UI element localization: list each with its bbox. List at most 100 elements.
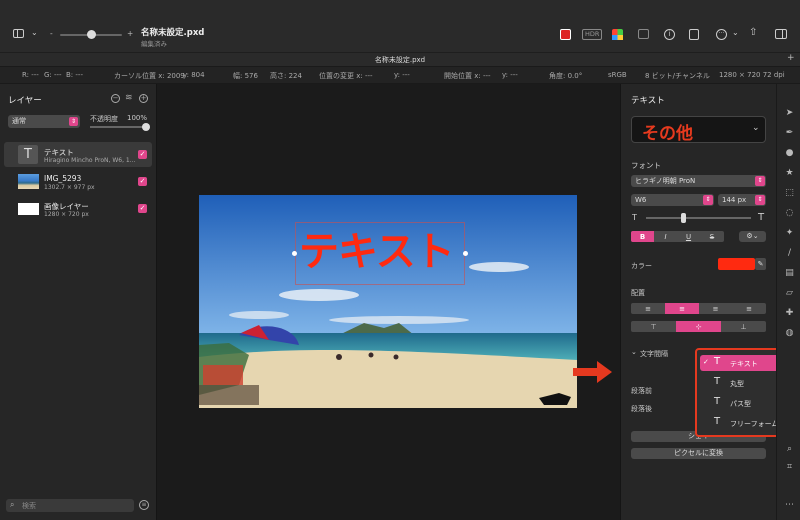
font-size-slider-track[interactable]: [646, 217, 751, 219]
marquee-tool-icon[interactable]: ⬚: [784, 188, 795, 199]
font-section-label: フォント: [631, 161, 661, 170]
eyedropper-icon[interactable]: ✎: [755, 258, 766, 270]
more-options-icon[interactable]: ···: [716, 29, 727, 40]
tab-bar: 名称未設定.pxd +: [0, 52, 800, 66]
text-large-icon: T: [758, 212, 765, 223]
layer-visibility-checkbox[interactable]: ✓: [138, 177, 147, 186]
chevron-updown-icon: ⇕: [755, 195, 765, 205]
sidebar-toggle-icon[interactable]: [13, 29, 24, 38]
italic-button[interactable]: I: [654, 231, 677, 242]
star-tool-icon[interactable]: ★: [784, 168, 795, 179]
brush-tool-icon[interactable]: /: [784, 248, 795, 259]
align-center-icon[interactable]: ≡: [665, 303, 699, 314]
font-weight-select[interactable]: W6 ⇕: [631, 194, 714, 206]
layer-visibility-checkbox[interactable]: ✓: [138, 150, 147, 159]
remove-layer-icon[interactable]: −: [111, 94, 120, 103]
share-export-icon[interactable]: [689, 29, 699, 40]
text-preset-select[interactable]: その他 ⌄: [631, 116, 766, 144]
title-bar: ⌄ - + 名称未設定.pxd 編集済み HDR i ··· ⌄ ⇧: [0, 0, 800, 52]
horizontal-align-group: ≡ ≡ ≡ ≡: [631, 303, 766, 314]
crop-tool-icon[interactable]: ⌗: [784, 462, 795, 473]
strikethrough-button[interactable]: S: [700, 231, 724, 242]
bold-button[interactable]: B: [631, 231, 654, 242]
info-start-y: y: ---: [502, 71, 518, 79]
info-cursor-y: y: 804: [183, 71, 205, 79]
filter-icon[interactable]: ≡: [139, 500, 149, 510]
font-size-slider-thumb[interactable]: [680, 213, 686, 223]
layers-title: レイヤー: [8, 96, 42, 106]
layer-visibility-checkbox[interactable]: ✓: [138, 204, 147, 213]
chevron-down-icon[interactable]: ⌄: [732, 28, 739, 37]
spacing-section-label: 文字間隔: [640, 350, 668, 358]
info-icon[interactable]: i: [664, 29, 675, 40]
eraser-tool-icon[interactable]: ▱: [784, 288, 795, 299]
align-right-icon[interactable]: ≡: [699, 303, 732, 314]
layer-detail: Hiragino Mincho ProN, W6, 1...: [44, 157, 136, 164]
canvas-area[interactable]: テキスト: [157, 84, 620, 520]
vertical-align-group: ⊤ ⊹ ⊥: [631, 321, 766, 332]
text-layer-icon: T: [18, 145, 38, 164]
document-canvas[interactable]: テキスト: [199, 195, 577, 408]
inspector-toggle-icon[interactable]: [775, 29, 787, 39]
shape-tool-icon[interactable]: ●: [784, 148, 795, 159]
info-b: B: ---: [66, 71, 83, 79]
align-bottom-icon[interactable]: ⊥: [721, 321, 766, 332]
font-size-value: 144 px: [722, 196, 747, 204]
align-left-icon[interactable]: ≡: [631, 303, 665, 314]
blend-mode-select[interactable]: 通常 ⇕: [8, 115, 80, 128]
add-layer-icon[interactable]: +: [139, 94, 148, 103]
layer-search-field[interactable]: ⌕ 検索: [6, 499, 134, 512]
magic-wand-icon[interactable]: ✦: [784, 228, 795, 239]
align-section-label: 配置: [631, 289, 645, 297]
image-icon[interactable]: [638, 29, 649, 39]
clone-tool-icon[interactable]: ◍: [784, 328, 795, 339]
preset-value: その他: [642, 124, 693, 144]
text-options-button[interactable]: ⚙⌄: [739, 231, 766, 242]
canvas-text[interactable]: テキスト: [299, 219, 455, 277]
opacity-slider-track[interactable]: [90, 126, 146, 128]
align-justify-icon[interactable]: ≡: [732, 303, 766, 314]
more-tools-icon[interactable]: ⋯: [784, 500, 795, 511]
info-size: 1280 × 720 72 dpi: [719, 71, 785, 79]
resize-handle[interactable]: [463, 251, 468, 256]
align-middle-icon[interactable]: ⊹: [676, 321, 721, 332]
arrow-tool-icon[interactable]: ➤: [784, 108, 795, 119]
lasso-tool-icon[interactable]: ◌: [784, 208, 795, 219]
gradient-tool-icon[interactable]: ▤: [784, 268, 795, 279]
image-thumbnail: [18, 174, 39, 189]
font-family-select[interactable]: ヒラギノ明朝 ProN ⇕: [631, 175, 766, 187]
inspector-panel: テキスト その他 ⌄ フォント ヒラギノ明朝 ProN ⇕ W6 ⇕ 144 p…: [620, 84, 799, 520]
menu-item-label: テキスト: [730, 360, 758, 368]
chevron-down-icon[interactable]: ⌄: [31, 28, 38, 37]
info-width: 幅: 576: [233, 72, 258, 80]
underline-button[interactable]: U: [677, 231, 700, 242]
layer-row-text[interactable]: T テキスト Hiragino Mincho ProN, W6, 1... ✓: [4, 142, 152, 167]
info-g: G: ---: [44, 71, 62, 79]
tools-bar: ➤ ✒ ● ★ ⬚ ◌ ✦ / ▤ ▱ ✚ ◍ ⌕ ⌗ ⋯: [776, 84, 800, 520]
share-icon[interactable]: ⇧: [749, 27, 757, 38]
zoom-out-button[interactable]: -: [50, 29, 53, 38]
align-top-icon[interactable]: ⊤: [631, 321, 676, 332]
hdr-button[interactable]: HDR: [582, 29, 603, 40]
layer-row-image[interactable]: IMG_5293 1302.7 × 977 px ✓: [4, 169, 152, 194]
text-color-well[interactable]: [718, 258, 755, 270]
resize-handle[interactable]: [292, 251, 297, 256]
info-height: 高さ: 224: [270, 72, 302, 80]
healing-tool-icon[interactable]: ✚: [784, 308, 795, 319]
color-palette-icon[interactable]: [612, 29, 623, 40]
convert-to-pixels-button[interactable]: ピクセルに変換: [631, 448, 766, 459]
font-family-value: ヒラギノ明朝 ProN: [635, 177, 696, 185]
font-size-select[interactable]: 144 px ⇕: [718, 194, 766, 206]
zoom-slider-thumb[interactable]: [87, 30, 96, 39]
tab-document[interactable]: 名称未設定.pxd: [0, 55, 800, 65]
layer-row-image-layer[interactable]: 画像レイヤー 1280 × 720 px ✓: [4, 196, 152, 221]
chevron-down-icon[interactable]: ⌄: [631, 348, 637, 356]
color-swatch-icon[interactable]: [560, 29, 571, 40]
zoom-in-button[interactable]: +: [127, 29, 133, 38]
new-tab-button[interactable]: +: [787, 53, 795, 63]
layers-stack-icon[interactable]: ≋: [125, 93, 133, 103]
color-label: カラー: [631, 262, 652, 270]
opacity-slider-thumb[interactable]: [142, 123, 150, 131]
zoom-tool-icon[interactable]: ⌕: [784, 444, 795, 455]
pen-tool-icon[interactable]: ✒: [784, 128, 795, 139]
